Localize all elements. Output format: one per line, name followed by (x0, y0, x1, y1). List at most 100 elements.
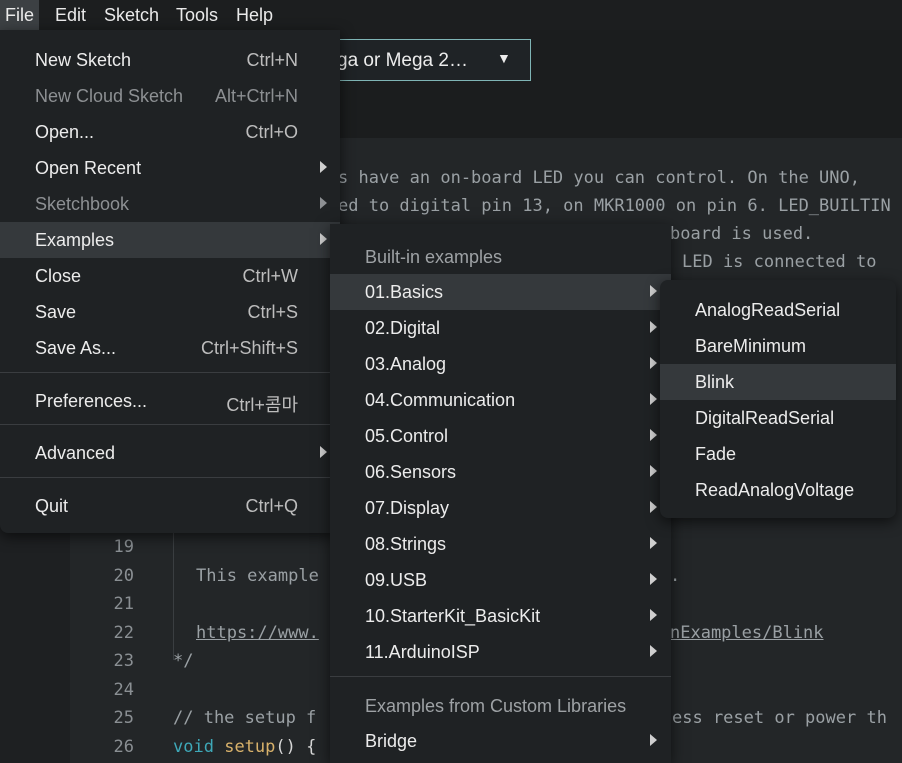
menu-item-label: 02.Digital (365, 318, 441, 338)
menu-item-label: 09.USB (365, 570, 428, 590)
menu-item-label: 01.Basics (365, 282, 444, 302)
examples-item-communication[interactable]: 04.Communication (330, 382, 671, 418)
menu-item-label: 04.Communication (365, 390, 516, 410)
chevron-right-icon (650, 609, 657, 621)
menu-item-quit[interactable]: Quit Ctrl+Q (0, 488, 340, 524)
menu-item-label: Open... (35, 122, 95, 142)
code-line-25-tail: ess reset or power th (672, 708, 887, 728)
chevron-right-icon (320, 446, 327, 458)
menu-item-label: 06.Sensors (365, 462, 457, 482)
examples-item-strings[interactable]: 08.Strings (330, 526, 671, 562)
indent-guide (173, 530, 174, 660)
menu-item-label: DigitalReadSerial (695, 408, 835, 428)
basics-item-bareminimum[interactable]: BareMinimum (660, 328, 896, 364)
menu-item-label: Advanced (35, 443, 116, 463)
examples-item-bridge[interactable]: Bridge (330, 723, 671, 759)
menu-item-save-as[interactable]: Save As... Ctrl+Shift+S (0, 330, 340, 366)
basics-item-blink[interactable]: Blink (660, 364, 896, 400)
examples-item-arduinoisp[interactable]: 11.ArduinoISP (330, 634, 671, 670)
menu-help[interactable]: Help (231, 0, 278, 30)
code-line: ed to digital pin 13, on MKR1000 on pin … (338, 196, 891, 216)
menu-item-save[interactable]: Save Ctrl+S (0, 294, 340, 330)
examples-item-digital[interactable]: 02.Digital (330, 310, 671, 346)
line-number: 22 (113, 623, 134, 643)
chevron-right-icon (650, 465, 657, 477)
menu-item-shortcut: Ctrl+S (247, 302, 298, 322)
menu-edit[interactable]: Edit (50, 0, 91, 30)
menu-item-examples[interactable]: Examples (0, 222, 340, 258)
code-line-23: */ (173, 651, 194, 671)
builtin-examples-header: Built-in examples (365, 247, 503, 267)
file-menu: New Sketch Ctrl+N New Cloud Sketch Alt+C… (0, 30, 340, 533)
board-selector-label: ga or Mega 2… (337, 50, 468, 71)
menu-item-label: New Cloud Sketch (35, 86, 184, 106)
menu-item-label: 11.ArduinoISP (365, 642, 480, 662)
basics-item-readanalogvoltage[interactable]: ReadAnalogVoltage (660, 472, 896, 508)
menu-item-label: Save (35, 302, 77, 322)
menu-item-shortcut: Ctrl+N (246, 50, 298, 70)
menu-item-label: Fade (695, 444, 737, 464)
menu-item-label: Open Recent (35, 158, 142, 178)
menu-tools[interactable]: Tools (171, 0, 223, 30)
chevron-right-icon (320, 233, 327, 245)
menu-item-label: 05.Control (365, 426, 449, 446)
examples-item-display[interactable]: 07.Display (330, 490, 671, 526)
menu-item-label: 03.Analog (365, 354, 447, 374)
basics-item-analogreadserial[interactable]: AnalogReadSerial (660, 292, 896, 328)
menu-item-label: Bridge (365, 731, 418, 751)
chevron-right-icon (650, 429, 657, 441)
menu-separator (0, 372, 340, 373)
code-line: LED is connected to (682, 252, 877, 272)
chevron-right-icon (650, 393, 657, 405)
code-line-20: This example (196, 566, 319, 586)
keyword: void (173, 737, 214, 757)
examples-item-starterkit[interactable]: 10.StarterKit_BasicKit (330, 598, 671, 634)
menu-item-close[interactable]: Close Ctrl+W (0, 258, 340, 294)
chevron-right-icon (650, 285, 657, 297)
menu-item-sketchbook: Sketchbook (0, 186, 340, 222)
menu-item-label: BareMinimum (695, 336, 807, 356)
menu-item-label: Quit (35, 496, 69, 516)
menu-bar: File Edit Sketch Tools Help (0, 0, 902, 30)
menu-item-new-sketch[interactable]: New Sketch Ctrl+N (0, 42, 340, 78)
menu-item-shortcut: Ctrl+Shift+S (200, 338, 298, 358)
examples-item-analog[interactable]: 03.Analog (330, 346, 671, 382)
code-link[interactable]: https://www. (196, 623, 319, 643)
menu-item-advanced[interactable]: Advanced (0, 435, 340, 471)
examples-item-basics[interactable]: 01.Basics (330, 274, 671, 310)
menu-item-open-recent[interactable]: Open Recent (0, 150, 340, 186)
code-link-tail[interactable]: nExamples/Blink (670, 623, 824, 643)
chevron-right-icon (320, 197, 327, 209)
menu-item-label: Close (35, 266, 82, 286)
examples-menu: Built-in examples 01.Basics 02.Digital 0… (330, 224, 671, 763)
chevron-down-icon: ▼ (497, 50, 511, 66)
menu-item-shortcut: Ctrl+콤마 (226, 395, 298, 415)
examples-item-control[interactable]: 05.Control (330, 418, 671, 454)
code-line: s have an on-board LED you can control. … (338, 168, 860, 188)
line-number: 24 (113, 680, 134, 700)
chevron-right-icon (650, 357, 657, 369)
basics-item-fade[interactable]: Fade (660, 436, 896, 472)
chevron-right-icon (650, 537, 657, 549)
examples-item-sensors[interactable]: 06.Sensors (330, 454, 671, 490)
line-number: 25 (113, 708, 134, 728)
menu-file[interactable]: File (0, 0, 40, 30)
code-text: () { (275, 737, 317, 757)
basics-item-digitalreadserial[interactable]: DigitalReadSerial (660, 400, 896, 436)
menu-sketch[interactable]: Sketch (99, 0, 164, 30)
code-line-20-tail: . (670, 566, 681, 586)
basics-menu: AnalogReadSerial BareMinimum Blink Digit… (660, 280, 896, 518)
menu-item-label: AnalogReadSerial (695, 300, 841, 320)
menu-item-label: 07.Display (365, 498, 450, 518)
line-number: 20 (113, 566, 134, 586)
code-line-26: void setup() { (173, 737, 316, 757)
menu-separator (0, 477, 340, 478)
menu-item-open[interactable]: Open... Ctrl+O (0, 114, 340, 150)
menu-item-preferences[interactable]: Preferences... Ctrl+콤마 (0, 383, 340, 419)
chevron-right-icon (650, 321, 657, 333)
menu-item-label: Sketchbook (35, 194, 130, 214)
menu-separator (330, 676, 671, 677)
examples-item-usb[interactable]: 09.USB (330, 562, 671, 598)
menu-item-label: Save As... (35, 338, 117, 358)
line-number: 21 (113, 594, 134, 614)
